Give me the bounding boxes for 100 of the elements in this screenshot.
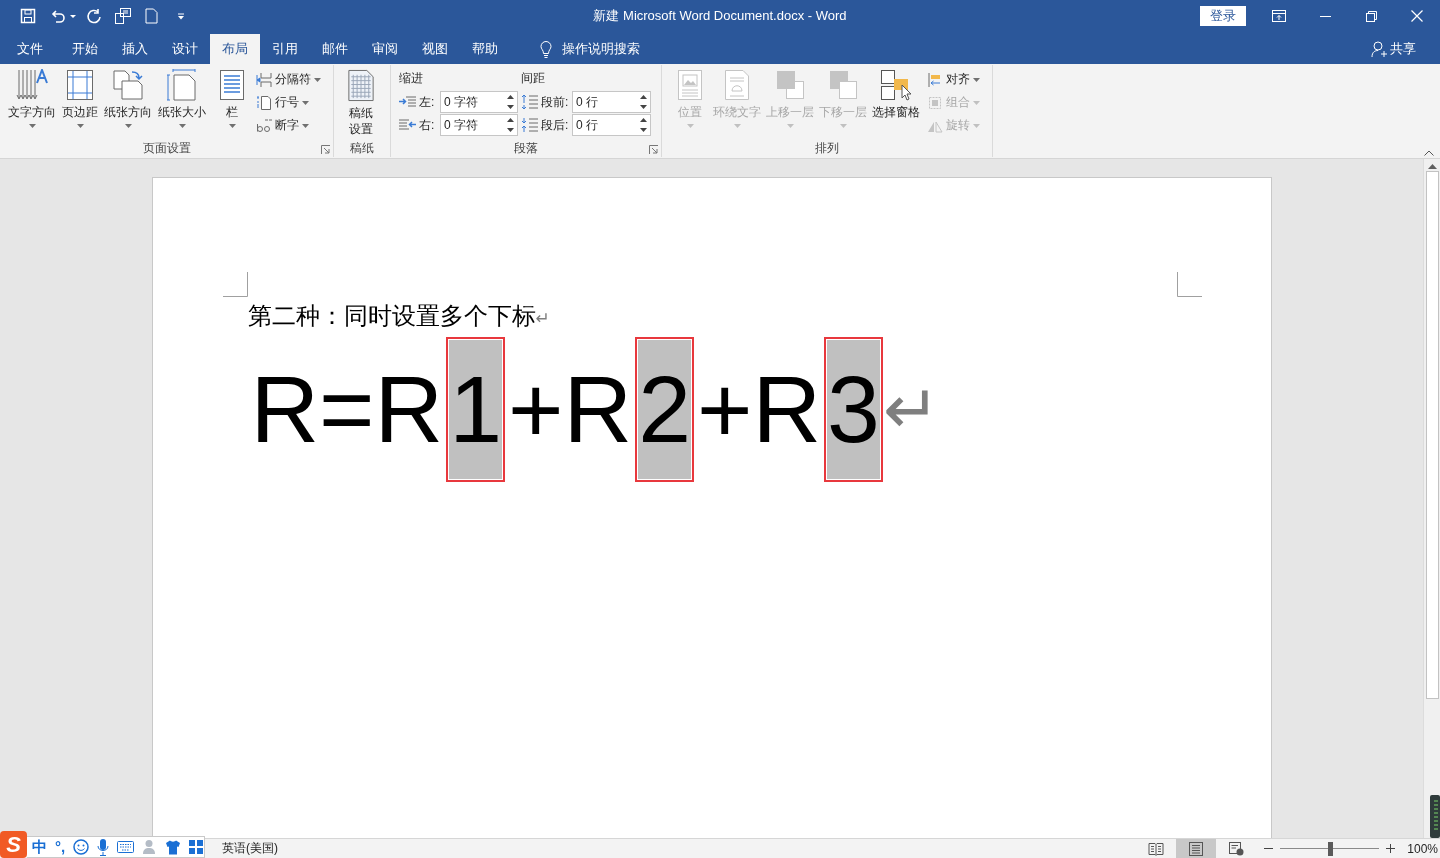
page-icon[interactable]	[145, 8, 158, 24]
caret-icon[interactable]	[178, 124, 186, 128]
spinner-arrows-icon[interactable]	[640, 118, 647, 132]
ribbon-tab[interactable]: 邮件	[310, 34, 360, 64]
ribbon-button[interactable]: 断字	[254, 114, 323, 137]
caret-icon[interactable]	[124, 124, 132, 128]
caret-icon[interactable]	[302, 123, 309, 128]
web-layout-icon[interactable]	[1228, 841, 1245, 856]
number-field[interactable]: 0 行	[572, 91, 651, 113]
ribbon-tab[interactable]: 开始	[60, 34, 110, 64]
ribbon-tab[interactable]: 设计	[160, 34, 210, 64]
ribbon-tab[interactable]: 布局	[210, 34, 260, 64]
ribbon-tab[interactable]: 插入	[110, 34, 160, 64]
ribbon-button[interactable]: 纸张大小	[156, 65, 208, 137]
ribbon-button[interactable]: 文字方向	[6, 65, 58, 137]
scrollbar-thumb[interactable]	[1425, 171, 1439, 699]
restore-icon[interactable]	[1365, 10, 1377, 22]
number-field[interactable]: 0 字符	[440, 114, 518, 136]
formula-text: +R	[697, 355, 822, 464]
ribbon-button[interactable]: 对齐	[925, 68, 982, 91]
ribbon-button[interactable]: 稿纸设置	[341, 65, 381, 137]
margins-icon[interactable]	[66, 69, 94, 101]
hyphenation-icon[interactable]	[256, 117, 272, 134]
save-icon[interactable]	[20, 8, 36, 24]
lightbulb-icon[interactable]	[540, 40, 552, 58]
zoom-in-icon[interactable]	[1386, 844, 1396, 853]
dialog-launcher-icon[interactable]	[321, 145, 330, 154]
caret-icon[interactable]	[973, 77, 980, 82]
undo-icon[interactable]	[50, 8, 66, 24]
shirt-icon[interactable]	[165, 839, 182, 855]
zoom-level[interactable]: 100%	[1407, 841, 1438, 856]
spinner-arrows-icon[interactable]	[507, 95, 514, 109]
heading-text: 第二种：同时设置多个下标	[247, 301, 536, 331]
number-field[interactable]: 0 行	[572, 114, 651, 136]
zoom-slider-thumb[interactable]	[1327, 841, 1333, 856]
ribbon-tab[interactable]: 帮助	[460, 34, 510, 64]
ribbon-tab[interactable]: 引用	[260, 34, 310, 64]
caret-icon[interactable]	[302, 100, 309, 105]
selected-subscript: 2	[638, 340, 691, 479]
section-label: 缩进	[399, 71, 424, 85]
ime-punctuation[interactable]: °,	[55, 838, 66, 856]
caret-icon[interactable]	[314, 77, 321, 82]
ribbon-tab[interactable]: 文件	[0, 34, 60, 64]
formula-text: +R	[508, 355, 633, 464]
book-icon[interactable]	[1148, 841, 1165, 856]
vertical-scrollbar[interactable]	[1423, 159, 1440, 838]
tell-me-search[interactable]: 操作说明搜索	[536, 34, 644, 64]
collapse-ribbon-icon[interactable]	[1424, 150, 1434, 156]
ribbon-tab[interactable]: 审阅	[360, 34, 410, 64]
redo-icon[interactable]	[86, 8, 102, 24]
selection-pane-icon[interactable]	[880, 69, 912, 101]
view-button[interactable]	[1176, 839, 1217, 858]
close-icon[interactable]	[1411, 10, 1423, 22]
level-meter-icon	[1430, 795, 1440, 838]
grid-paper-icon[interactable]	[347, 69, 375, 102]
indent-right-icon	[399, 119, 416, 131]
window-title: 新建 Microsoft Word Document.docx - Word	[593, 7, 847, 25]
scroll-up-icon[interactable]	[1427, 164, 1437, 169]
number-field[interactable]: 0 字符	[440, 91, 518, 113]
ribbon-tab[interactable]: 视图	[410, 34, 460, 64]
paragraph-mark: ↵	[882, 370, 940, 449]
page-layout-icon[interactable]	[1188, 841, 1205, 856]
ime-mode[interactable]: 中	[32, 838, 47, 856]
caret-icon[interactable]	[76, 124, 84, 128]
spinner-arrows-icon[interactable]	[640, 95, 647, 109]
grid-icon[interactable]	[189, 840, 204, 854]
ribbon-button[interactable]: 页边距	[60, 65, 100, 137]
group-label: 排列	[815, 140, 839, 157]
indent-left-icon	[399, 96, 416, 108]
pages-icon[interactable]	[114, 7, 132, 25]
keyboard-icon[interactable]	[117, 841, 135, 853]
caret-icon[interactable]	[28, 124, 36, 128]
paragraph-mark: ↵	[535, 308, 550, 330]
dialog-launcher-icon[interactable]	[649, 145, 658, 154]
caret-icon[interactable]	[70, 14, 76, 18]
customize-caret-icon[interactable]	[177, 12, 185, 20]
spacing-after-icon	[521, 117, 538, 133]
ribbon-button[interactable]: 分隔符	[254, 68, 323, 91]
ribbon-button[interactable]: 纸张方向	[102, 65, 154, 137]
minimize-icon[interactable]	[1319, 15, 1331, 17]
columns-icon[interactable]	[219, 69, 245, 101]
ribbon-button[interactable]: 行号	[254, 91, 323, 114]
orientation-icon[interactable]	[112, 69, 144, 101]
field-label: 右:	[419, 116, 436, 134]
share-button[interactable]: 共享	[1369, 34, 1418, 64]
smiley-icon[interactable]	[73, 839, 90, 855]
microphone-icon[interactable]	[97, 838, 110, 856]
text-direction-icon[interactable]	[16, 69, 48, 101]
ribbon-button[interactable]: 选择窗格	[870, 65, 922, 137]
group-label: 页面设置	[142, 140, 191, 157]
ribbon-button[interactable]: 栏	[212, 65, 252, 137]
sign-in-button[interactable]: 登录	[1200, 6, 1246, 26]
language-status[interactable]: 英语(美国)	[222, 840, 278, 857]
person-add-icon[interactable]	[1371, 40, 1387, 58]
line-numbers-icon[interactable]	[256, 94, 272, 111]
formula-text: R=R	[250, 355, 444, 464]
caret-icon[interactable]	[228, 124, 236, 128]
spinner-arrows-icon[interactable]	[507, 118, 514, 132]
ribbon-display-icon[interactable]	[1272, 10, 1286, 22]
page-break-icon[interactable]	[256, 71, 272, 88]
